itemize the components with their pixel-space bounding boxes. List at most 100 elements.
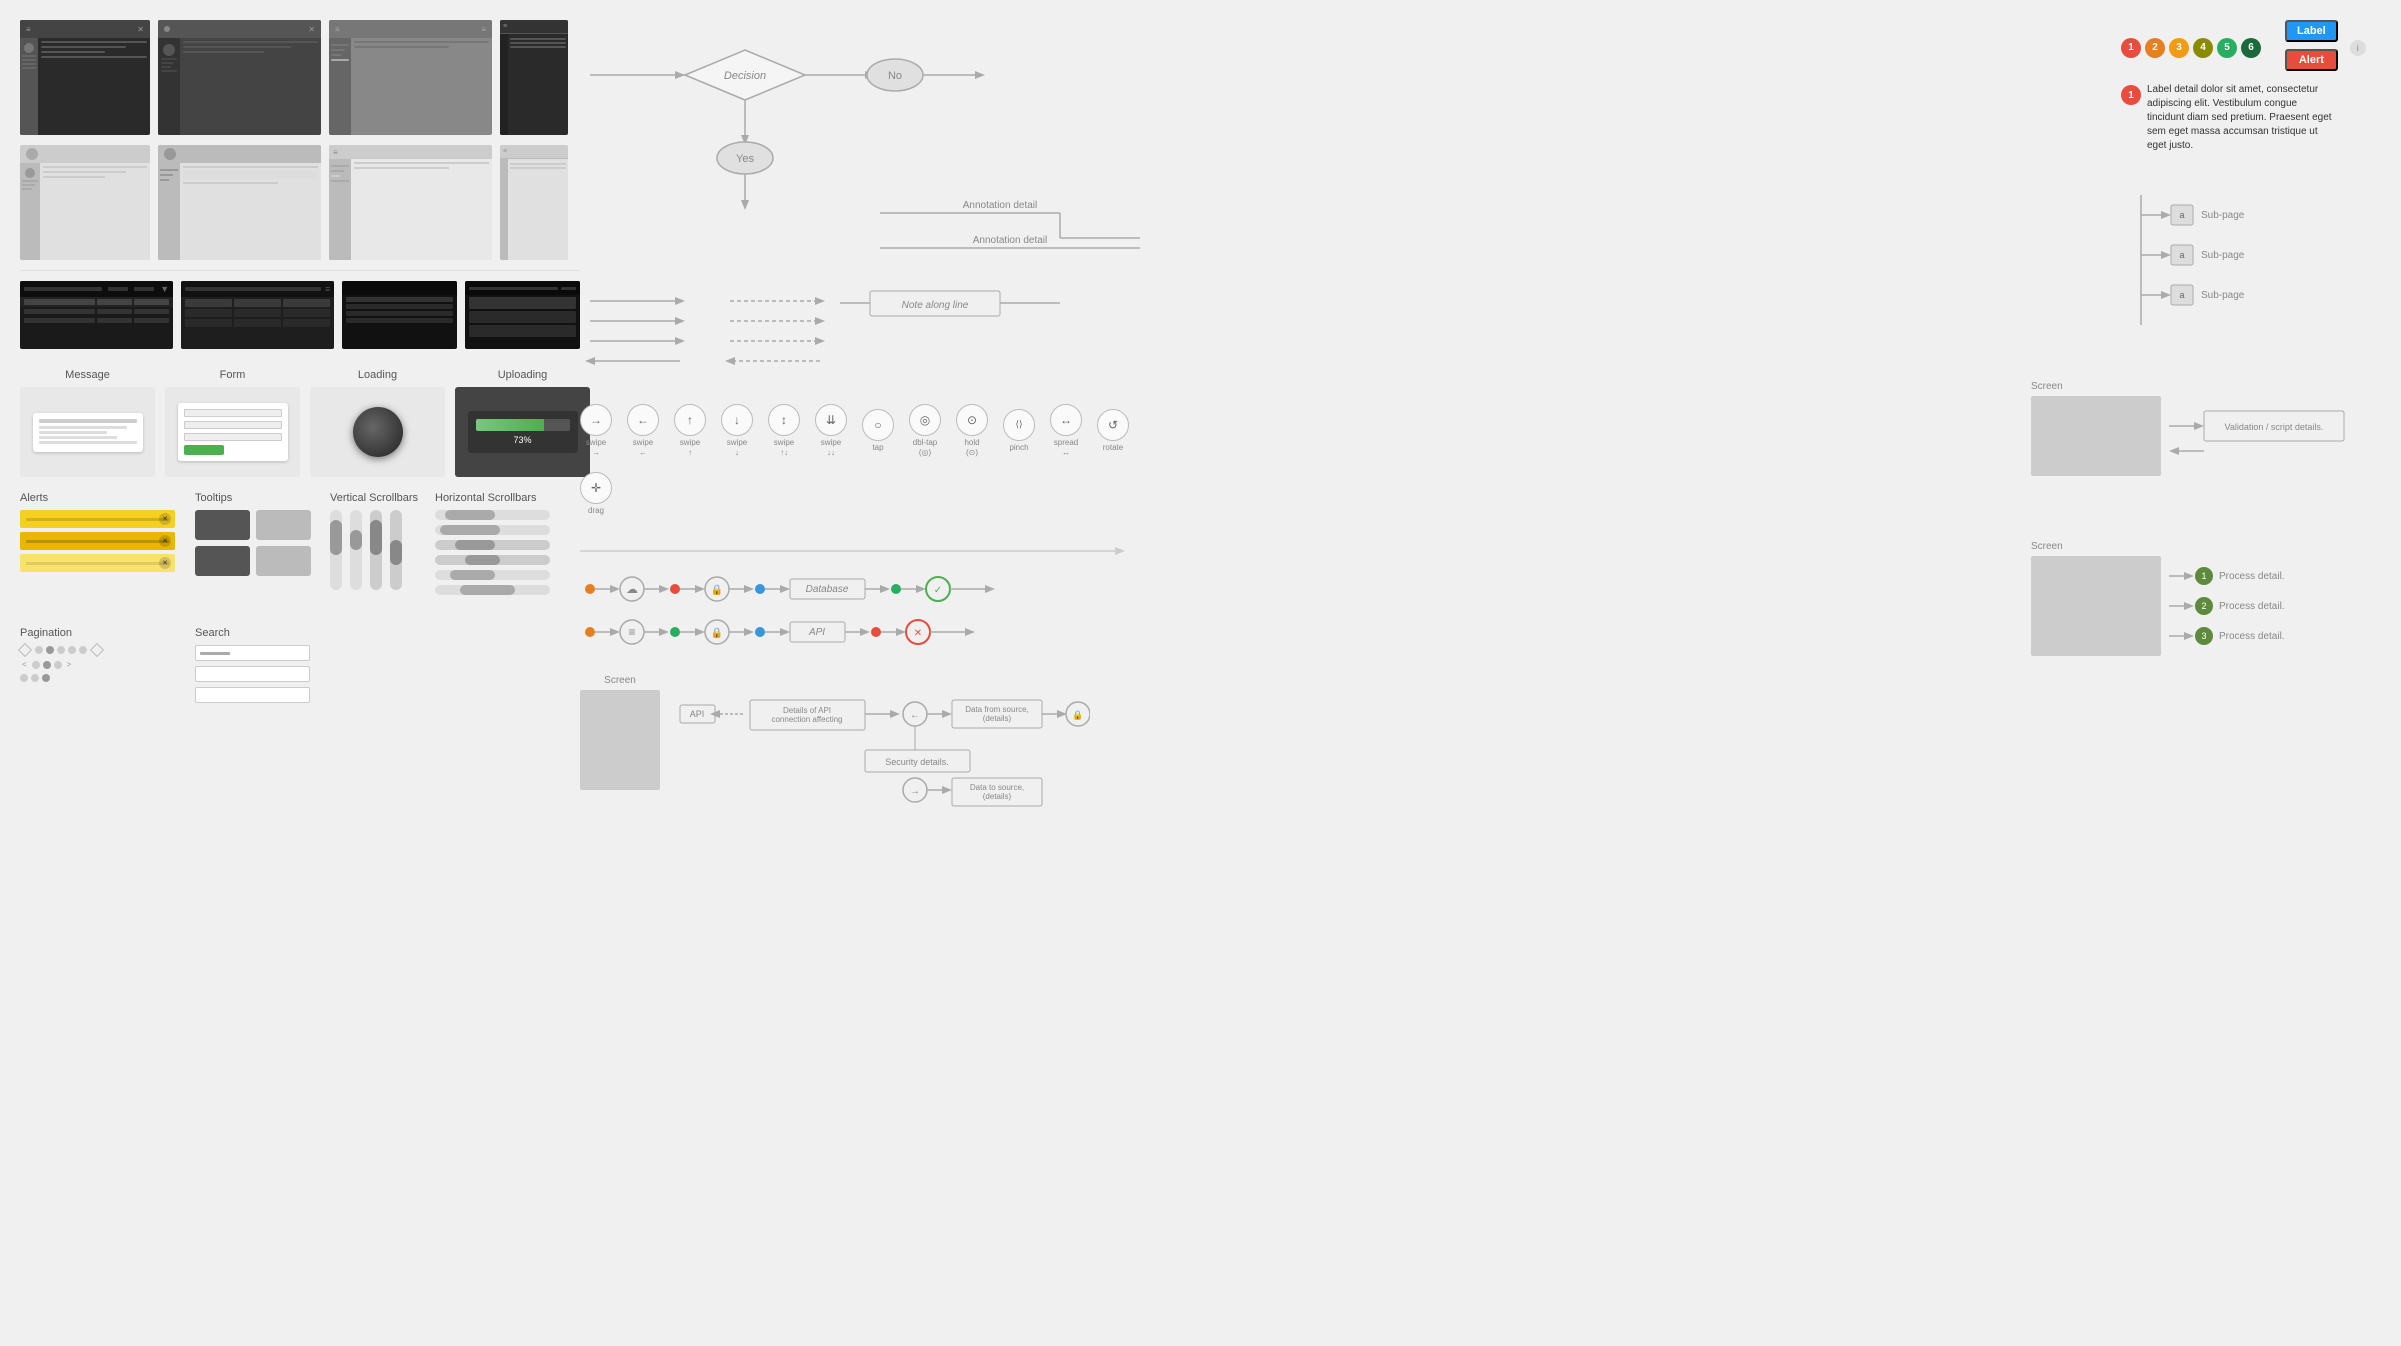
gesture-swipe-ud: ↕ swipe↑↓ <box>768 404 800 457</box>
gesture-swipe-dd: ⇊ swipe↓↓ <box>815 404 847 457</box>
search-input-1[interactable] <box>195 645 310 661</box>
svg-text:Yes: Yes <box>736 153 754 165</box>
main-canvas: ≡ ✕ <box>0 0 2401 1346</box>
flowchart-svg: Decision No Yes <box>580 20 1140 220</box>
screen-box <box>580 690 660 790</box>
sidebar-thumb-1: ≡ ✕ <box>20 20 150 135</box>
svg-text:Security details.: Security details. <box>885 757 949 767</box>
alert-close-2[interactable]: ✕ <box>159 535 171 547</box>
svg-text:API: API <box>808 627 825 638</box>
dark-table-row: ▼ <box>20 281 580 349</box>
svg-text:(details): (details) <box>983 714 1012 723</box>
sidebar-thumbs-row1: ≡ ✕ <box>20 20 580 135</box>
tooltip-3 <box>195 546 250 576</box>
vscroll-2 <box>350 510 362 590</box>
gesture-hold: ⊙ hold(⊙) <box>956 404 988 457</box>
screen-api-diagram: Screen API Details of API connection aff… <box>580 675 1140 815</box>
validation-svg: Validation / script details. <box>2169 396 2349 476</box>
svg-text:Data from source,: Data from source, <box>965 705 1029 714</box>
sidebar-mixed-thumb: ≡ <box>329 145 492 260</box>
next-arrow[interactable] <box>90 643 104 657</box>
search-input-3[interactable] <box>195 687 310 703</box>
uploading-box: 73% <box>455 387 590 477</box>
alert-button[interactable]: Alert <box>2285 49 2338 71</box>
detail-badge: 1 <box>2121 85 2141 105</box>
alert-close-1[interactable]: ✕ <box>159 513 171 525</box>
gesture-icons-row: → swipe→ ← swipe← ↑ swipe↑ ↓ swipe↓ ↕ sw… <box>580 404 1140 516</box>
svg-text:1: 1 <box>2201 571 2206 581</box>
sidebar-thumb-2: ✕ <box>158 20 321 135</box>
dark-table-4 <box>465 281 580 349</box>
detail-text-section: 1 Label detail dolor sit amet, consectet… <box>2121 83 2381 153</box>
svg-text:🔒: 🔒 <box>711 584 723 596</box>
svg-text:a: a <box>2179 290 2184 300</box>
screen-validation-section: Screen Validation / script details. <box>2031 380 2381 476</box>
loading-label: Loading <box>358 369 397 381</box>
svg-text:🔒: 🔒 <box>1072 710 1083 720</box>
svg-text:✓: ✓ <box>934 585 942 596</box>
svg-text:Sub-page: Sub-page <box>2201 210 2245 221</box>
subpage-svg: a Sub-page a Sub-page a Sub-page <box>2121 195 2321 325</box>
tooltip-2 <box>256 510 311 540</box>
upload-percent: 73% <box>476 435 570 445</box>
prev-arrow[interactable] <box>18 643 32 657</box>
alerts-section: Alerts ✕ ✕ ✕ <box>20 492 175 576</box>
gesture-swipe-right: → swipe→ <box>580 404 612 457</box>
num-badge-2: 2 <box>2145 38 2165 58</box>
tooltip-1 <box>195 510 250 540</box>
hscroll-1 <box>435 510 550 520</box>
search-input-2[interactable] <box>195 666 310 682</box>
screen-label: Screen <box>604 675 636 686</box>
left-panel: ≡ ✕ <box>20 20 580 687</box>
dark-table-2: ≡ <box>181 281 334 349</box>
screen-process-section: Screen 1 Process detail. 2 Process detai… <box>2031 540 2381 659</box>
message-label: Message <box>65 369 110 381</box>
form-box <box>165 387 300 477</box>
component-labels-row: Message Form <box>20 369 580 477</box>
hscrollbars-section: Horizontal Scrollbars <box>435 492 550 595</box>
pagination-bar-1 <box>20 645 175 655</box>
svg-text:☁: ☁ <box>626 582 638 596</box>
api-flow-svg: API Details of API connection affecting … <box>670 695 1090 815</box>
detail-text: Label detail dolor sit amet, consectetur… <box>2147 83 2337 153</box>
hscroll-6 <box>435 585 550 595</box>
vscroll-4 <box>390 510 402 590</box>
svg-text:(details): (details) <box>983 792 1012 801</box>
num-badge-4: 4 <box>2193 38 2213 58</box>
tooltip-4 <box>256 546 311 576</box>
numbered-badges-row: 1 2 3 4 5 6 Label Alert i <box>2121 20 2381 75</box>
svg-text:≡: ≡ <box>628 625 635 639</box>
alert-close-3[interactable]: ✕ <box>159 557 171 569</box>
label-button[interactable]: Label <box>2285 20 2338 42</box>
pagination-bar-3 <box>20 674 175 682</box>
screen-label-3: Screen <box>2031 541 2063 552</box>
svg-text:Database: Database <box>806 584 849 595</box>
hscroll-2 <box>435 525 550 535</box>
svg-text:Decision: Decision <box>724 70 766 82</box>
svg-text:Process detail.: Process detail. <box>2219 631 2285 642</box>
hscrollbars-label: Horizontal Scrollbars <box>435 492 550 504</box>
arrows-palette-svg: Note along line <box>580 286 1140 386</box>
process-details: 1 Process detail. 2 Process detail. 3 Pr… <box>2169 556 2349 659</box>
process-details-svg: 1 Process detail. 2 Process detail. 3 Pr… <box>2169 556 2349 656</box>
pagination-search-row: Pagination < > <box>20 627 580 682</box>
loading-box <box>310 387 445 477</box>
hscroll-5 <box>435 570 550 580</box>
svg-text:Process detail.: Process detail. <box>2219 601 2285 612</box>
alert-bar-3: ✕ <box>20 554 175 572</box>
gesture-drag: ✛ drag <box>580 472 612 516</box>
dark-table-1: ▼ <box>20 281 173 349</box>
svg-text:Details of API: Details of API <box>783 706 831 715</box>
screen-box-3 <box>2031 556 2161 656</box>
gesture-pinch: ⟨⟩ pinch <box>1003 409 1035 453</box>
gesture-spread: ↔ spread↔ <box>1050 404 1082 457</box>
svg-text:3: 3 <box>2201 631 2206 641</box>
sidebar-thin-thumb: ≡ <box>500 145 568 260</box>
flow-row-2-svg: ≡ 🔒 API ✕ <box>580 612 1140 652</box>
gesture-swipe-up: ↑ swipe↑ <box>674 404 706 457</box>
sidebar-thumbs-row2: ≡ <box>20 145 580 260</box>
search-section: Search <box>195 627 310 708</box>
svg-text:Annotation detail: Annotation detail <box>963 200 1038 211</box>
gesture-swipe-left: ← swipe← <box>627 404 659 457</box>
message-component: Message <box>20 369 155 477</box>
